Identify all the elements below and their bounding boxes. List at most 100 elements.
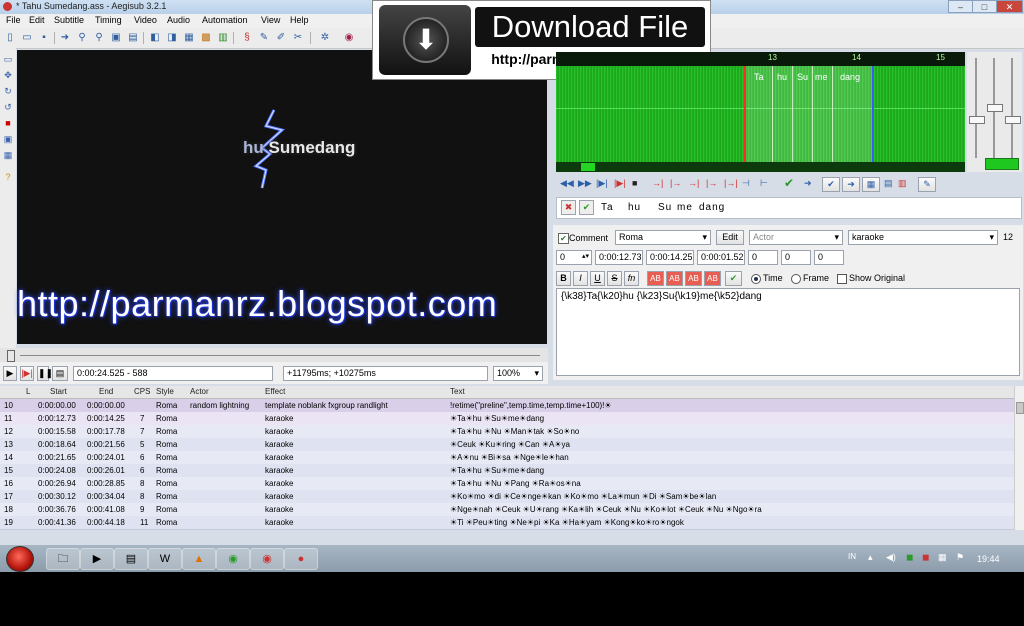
karaoke-accept-button[interactable]: ✔: [579, 200, 594, 215]
autoscroll-icon[interactable]: ▤: [52, 366, 68, 381]
menu-edit[interactable]: Edit: [29, 15, 45, 25]
lead-in-icon[interactable]: ⊣: [742, 178, 750, 189]
play-to-end-icon[interactable]: |→|: [724, 178, 738, 188]
margin-vertical-field[interactable]: 0: [814, 250, 844, 265]
media-task-icon[interactable]: ▶: [80, 548, 114, 570]
table-row[interactable]: 17 0:00:30.12 0:00:34.04 8 Roma karaoke ☀Ko☀mo…: [0, 490, 1014, 504]
explorer-task-icon[interactable]: 🗀: [46, 548, 80, 570]
table-row[interactable]: 19 0:00:41.36 0:00:44.18 11 Roma karaoke ☀Ti ☀…: [0, 516, 1014, 530]
syllable-boundary[interactable]: [772, 66, 773, 162]
tool-help-icon[interactable]: ?: [3, 172, 13, 182]
table-row[interactable]: 18 0:00:36.76 0:00:41.08 9 Roma karaoke ☀Nge☀n…: [0, 503, 1014, 517]
selection-start-marker[interactable]: [744, 66, 746, 162]
link-toggle-button[interactable]: [985, 158, 1019, 170]
font-button[interactable]: fn: [624, 271, 639, 286]
spectrum-icon[interactable]: ▤: [884, 178, 893, 189]
effect-field[interactable]: karaoke ▾: [848, 230, 998, 245]
select-lines-icon[interactable]: ✂: [291, 31, 305, 45]
table-row[interactable]: 11 0:00:12.73 0:00:14.25 7 Roma karaoke ☀Ta☀hu…: [0, 412, 1014, 426]
underline-button[interactable]: U: [590, 271, 605, 286]
tray-app-icon[interactable]: ◼: [906, 552, 913, 563]
clock[interactable]: 19:44: [977, 554, 1000, 564]
properties-icon[interactable]: ▣: [109, 31, 123, 45]
play-after-icon[interactable]: |→: [706, 178, 717, 188]
col-header-start[interactable]: Start: [50, 386, 67, 398]
auto-scroll-toggle[interactable]: ▦: [862, 177, 880, 192]
automation-icon[interactable]: §: [240, 31, 254, 45]
start-time-field[interactable]: 0:00:12.73: [595, 250, 643, 265]
scale-tool-icon[interactable]: ■: [3, 118, 13, 128]
volume-icon[interactable]: ◀): [886, 552, 896, 563]
karaoke-cancel-button[interactable]: ✖: [561, 200, 576, 215]
play-end-icon[interactable]: →|: [688, 178, 699, 188]
outline-color-button[interactable]: AB: [685, 271, 702, 286]
col-header-effect[interactable]: Effect: [265, 386, 285, 398]
edit-style-button[interactable]: Edit: [716, 230, 744, 245]
karaoke-syllable[interactable]: me: [677, 202, 693, 213]
jump-icon[interactable]: ➜: [58, 31, 72, 45]
resample-icon[interactable]: ▦: [182, 31, 196, 45]
col-header-cps[interactable]: CPS: [134, 386, 150, 398]
play-selection-icon[interactable]: |▶|: [596, 178, 608, 189]
drag-tool-icon[interactable]: ✥: [3, 70, 13, 80]
col-header-end[interactable]: End: [99, 386, 113, 398]
styles-icon[interactable]: ▤: [126, 31, 140, 45]
network-icon[interactable]: ▦: [938, 552, 947, 563]
options-icon[interactable]: ✲: [318, 31, 332, 45]
karaoke-icon[interactable]: ▥: [898, 178, 907, 189]
tray-expand-icon[interactable]: ▴: [868, 552, 873, 563]
subtitle-text-editor[interactable]: {\k38}Ta{\k20}hu {\k23}Su{\k19}me{\k52}d…: [556, 288, 1020, 376]
table-row[interactable]: 15 0:00:24.08 0:00:26.01 6 Roma karaoke ☀Ta☀hu…: [0, 464, 1014, 478]
bold-button[interactable]: B: [556, 271, 571, 286]
rotate-xy-icon[interactable]: ↺: [3, 102, 13, 112]
menu-view[interactable]: View: [261, 15, 280, 25]
documents-task-icon[interactable]: ▤: [114, 548, 148, 570]
layer-spinner[interactable]: 0 ▴▾: [556, 250, 592, 265]
grid-scroll-thumb[interactable]: [1016, 402, 1024, 414]
fonts-icon[interactable]: ◨: [165, 31, 179, 45]
spellcheck-icon[interactable]: ✎: [257, 31, 271, 45]
play-line-button[interactable]: |▶|: [20, 366, 34, 381]
auto-commit-toggle[interactable]: ✔: [822, 177, 840, 192]
menu-video[interactable]: Video: [134, 15, 157, 25]
karaoke-syllable[interactable]: Ta: [601, 202, 614, 213]
menu-audio[interactable]: Audio: [167, 15, 190, 25]
chrome-task-icon[interactable]: ◉: [216, 548, 250, 570]
save-icon[interactable]: ▪: [37, 31, 51, 45]
strikeout-button[interactable]: S: [607, 271, 622, 286]
tray-app-icon-2[interactable]: ◼: [922, 552, 929, 563]
rotate-z-icon[interactable]: ↻: [3, 86, 13, 96]
commit-icon[interactable]: ✔: [784, 176, 794, 190]
frame-radio[interactable]: [791, 274, 801, 284]
table-row[interactable]: 13 0:00:18.64 0:00:21.56 5 Roma karaoke ☀Ceuk …: [0, 438, 1014, 452]
menu-timing[interactable]: Timing: [95, 15, 122, 25]
lead-out-icon[interactable]: ⊢: [760, 178, 768, 189]
video-time-field[interactable]: 0:00:24.525 - 588: [73, 366, 273, 381]
menu-file[interactable]: File: [6, 15, 21, 25]
show-original-checkbox[interactable]: [837, 274, 847, 284]
menu-help[interactable]: Help: [290, 15, 309, 25]
table-row[interactable]: 14 0:00:21.65 0:00:24.01 6 Roma karaoke ☀A☀nu …: [0, 451, 1014, 465]
karaoke-mode-toggle[interactable]: ✎: [918, 177, 936, 192]
start-button[interactable]: [6, 546, 34, 572]
karaoke-syllable[interactable]: dang: [699, 202, 725, 213]
time-radio[interactable]: [751, 274, 761, 284]
clip-tool-icon[interactable]: ▣: [3, 134, 13, 144]
table-row[interactable]: 16 0:00:26.94 0:00:28.85 8 Roma karaoke ☀Ta☀hu…: [0, 477, 1014, 491]
grid-scrollbar[interactable]: [1014, 386, 1024, 530]
auto-next-toggle[interactable]: ➜: [842, 177, 860, 192]
stop-button[interactable]: ❚❚: [37, 366, 53, 381]
karaoke-syllable[interactable]: Su: [658, 202, 672, 213]
help-icon[interactable]: ◉: [342, 31, 356, 45]
italic-button[interactable]: I: [573, 271, 588, 286]
secondary-color-button[interactable]: AB: [666, 271, 683, 286]
vector-clip-icon[interactable]: ▦: [3, 150, 13, 160]
style-select[interactable]: Roma ▾: [615, 230, 711, 245]
aegisub-task-icon[interactable]: ◉: [250, 548, 284, 570]
syllable-boundary[interactable]: [812, 66, 813, 162]
play-line-icon[interactable]: |▶|: [614, 178, 626, 189]
col-header-layer[interactable]: L: [26, 386, 30, 398]
vertical-zoom-thumb[interactable]: [1005, 116, 1021, 124]
zoom-icon[interactable]: ⚲: [75, 31, 89, 45]
minimize-button[interactable]: –: [948, 0, 973, 13]
